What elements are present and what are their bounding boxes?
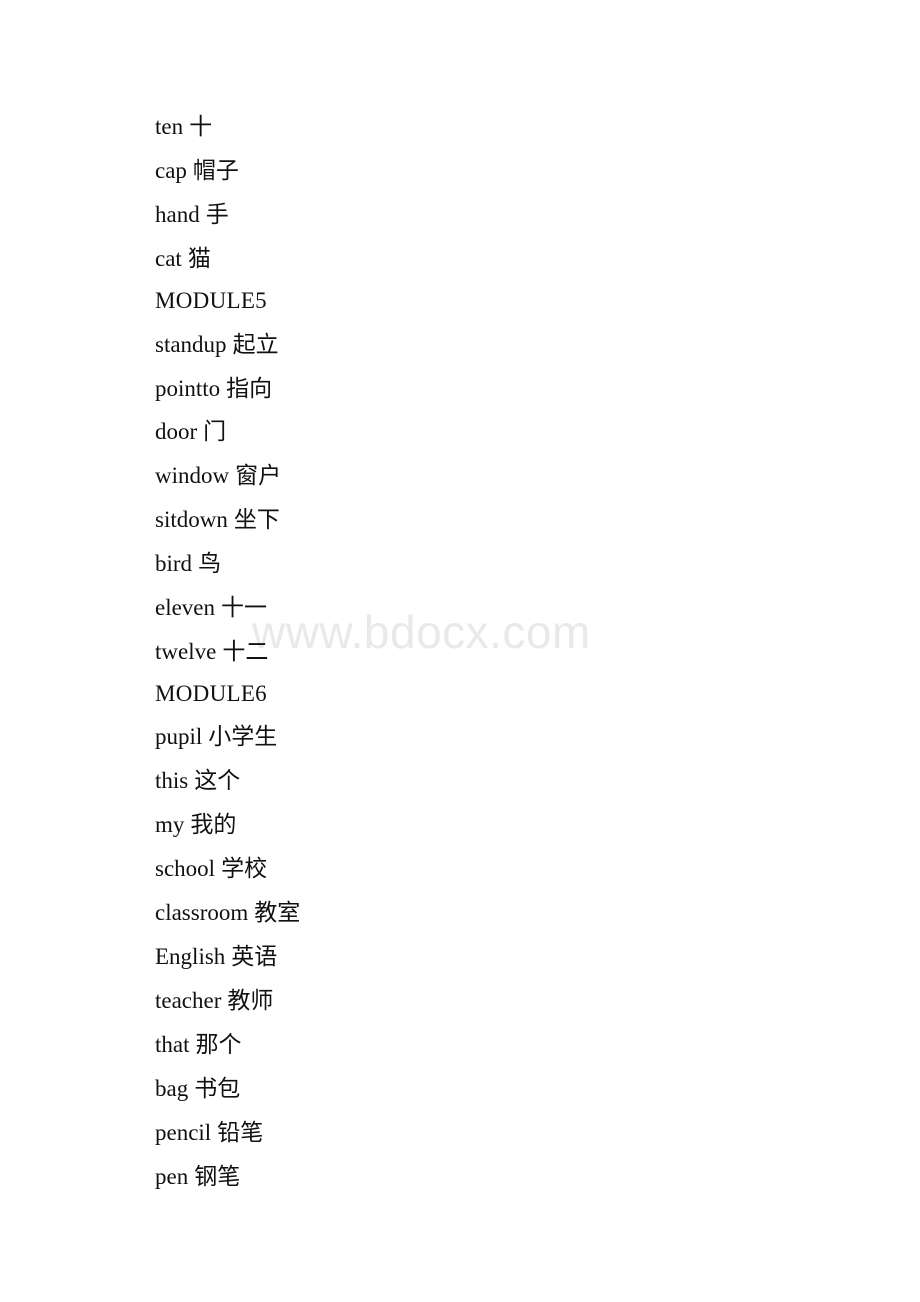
word-chinese: 我的 — [190, 812, 237, 838]
word-english: pupil — [155, 724, 203, 749]
vocabulary-entry: teacher 教师 — [155, 986, 273, 1016]
word-english: eleven — [155, 595, 216, 620]
word-chinese: 钢笔 — [194, 1164, 241, 1190]
word-chinese: 坐下 — [233, 507, 280, 533]
word-chinese: 门 — [203, 419, 227, 445]
word-chinese: 十 — [189, 114, 213, 140]
module-heading: MODULE5 — [155, 288, 267, 313]
site-watermark: www.bdocx.com — [252, 606, 591, 658]
word-english: bird — [155, 551, 193, 576]
word-english: my — [155, 812, 185, 837]
word-english: that — [155, 1032, 190, 1057]
word-english: ten — [155, 114, 184, 139]
word-chinese: 教室 — [254, 900, 301, 926]
vocabulary-entry: that 那个 — [155, 1030, 242, 1060]
word-english: hand — [155, 202, 200, 227]
vocabulary-entry: standup 起立 — [155, 330, 279, 360]
vocabulary-entry: pencil 铅笔 — [155, 1118, 263, 1148]
word-chinese: 指向 — [226, 376, 273, 402]
vocabulary-entry: sitdown 坐下 — [155, 505, 280, 535]
word-english: school — [155, 856, 216, 881]
word-english: sitdown — [155, 507, 228, 532]
word-chinese: 那个 — [195, 1032, 242, 1058]
word-chinese: 手 — [205, 202, 229, 228]
vocabulary-entry: twelve 十二 — [155, 637, 268, 667]
word-chinese: 帽子 — [192, 158, 239, 184]
word-english: pointto — [155, 376, 221, 401]
vocabulary-entry: bag 书包 — [155, 1074, 240, 1104]
word-english: classroom — [155, 900, 249, 925]
vocabulary-entry: my 我的 — [155, 810, 236, 840]
vocabulary-entry: cat 猫 — [155, 244, 211, 274]
vocabulary-entry: this 这个 — [155, 766, 240, 796]
vocabulary-entry: pupil 小学生 — [155, 722, 277, 752]
word-english: English — [155, 944, 226, 969]
word-english: door — [155, 419, 198, 444]
word-english: pencil — [155, 1120, 212, 1145]
word-chinese: 十一 — [221, 595, 268, 621]
word-chinese: 铅笔 — [217, 1120, 264, 1146]
module-heading: MODULE6 — [155, 681, 267, 706]
word-english: twelve — [155, 639, 217, 664]
vocabulary-entry: cap 帽子 — [155, 156, 239, 186]
word-chinese: 小学生 — [208, 724, 278, 750]
vocabulary-entry: window 窗户 — [155, 461, 281, 491]
word-chinese: 书包 — [194, 1076, 241, 1102]
vocabulary-entry: school 学校 — [155, 854, 267, 884]
word-english: bag — [155, 1076, 189, 1101]
word-chinese: 十二 — [222, 639, 269, 665]
word-chinese: 猫 — [187, 246, 211, 272]
word-chinese: 鸟 — [198, 551, 222, 577]
word-english: window — [155, 463, 230, 488]
word-english: cat — [155, 246, 182, 271]
word-english: teacher — [155, 988, 222, 1013]
vocabulary-entry: pen 钢笔 — [155, 1162, 240, 1192]
vocabulary-entry: English 英语 — [155, 942, 277, 972]
vocabulary-entry: classroom 教室 — [155, 898, 300, 928]
vocabulary-entry: bird 鸟 — [155, 549, 221, 579]
vocabulary-entry: pointto 指向 — [155, 374, 272, 404]
word-english: standup — [155, 332, 227, 357]
vocabulary-entry: hand 手 — [155, 200, 229, 230]
vocabulary-entry: eleven 十一 — [155, 593, 267, 623]
word-chinese: 起立 — [232, 332, 279, 358]
vocabulary-entry: ten 十 — [155, 112, 212, 142]
word-chinese: 学校 — [221, 856, 268, 882]
word-chinese: 英语 — [231, 944, 278, 970]
word-english: cap — [155, 158, 187, 183]
document-page: www.bdocx.com ten 十 cap 帽子 hand 手 cat 猫 MODULE5 s… — [0, 0, 920, 1302]
word-english: this — [155, 768, 189, 793]
word-english: pen — [155, 1164, 189, 1189]
word-chinese: 窗户 — [235, 463, 282, 489]
vocabulary-entry: door 门 — [155, 417, 226, 447]
word-chinese: 这个 — [194, 768, 241, 794]
word-chinese: 教师 — [227, 988, 274, 1014]
